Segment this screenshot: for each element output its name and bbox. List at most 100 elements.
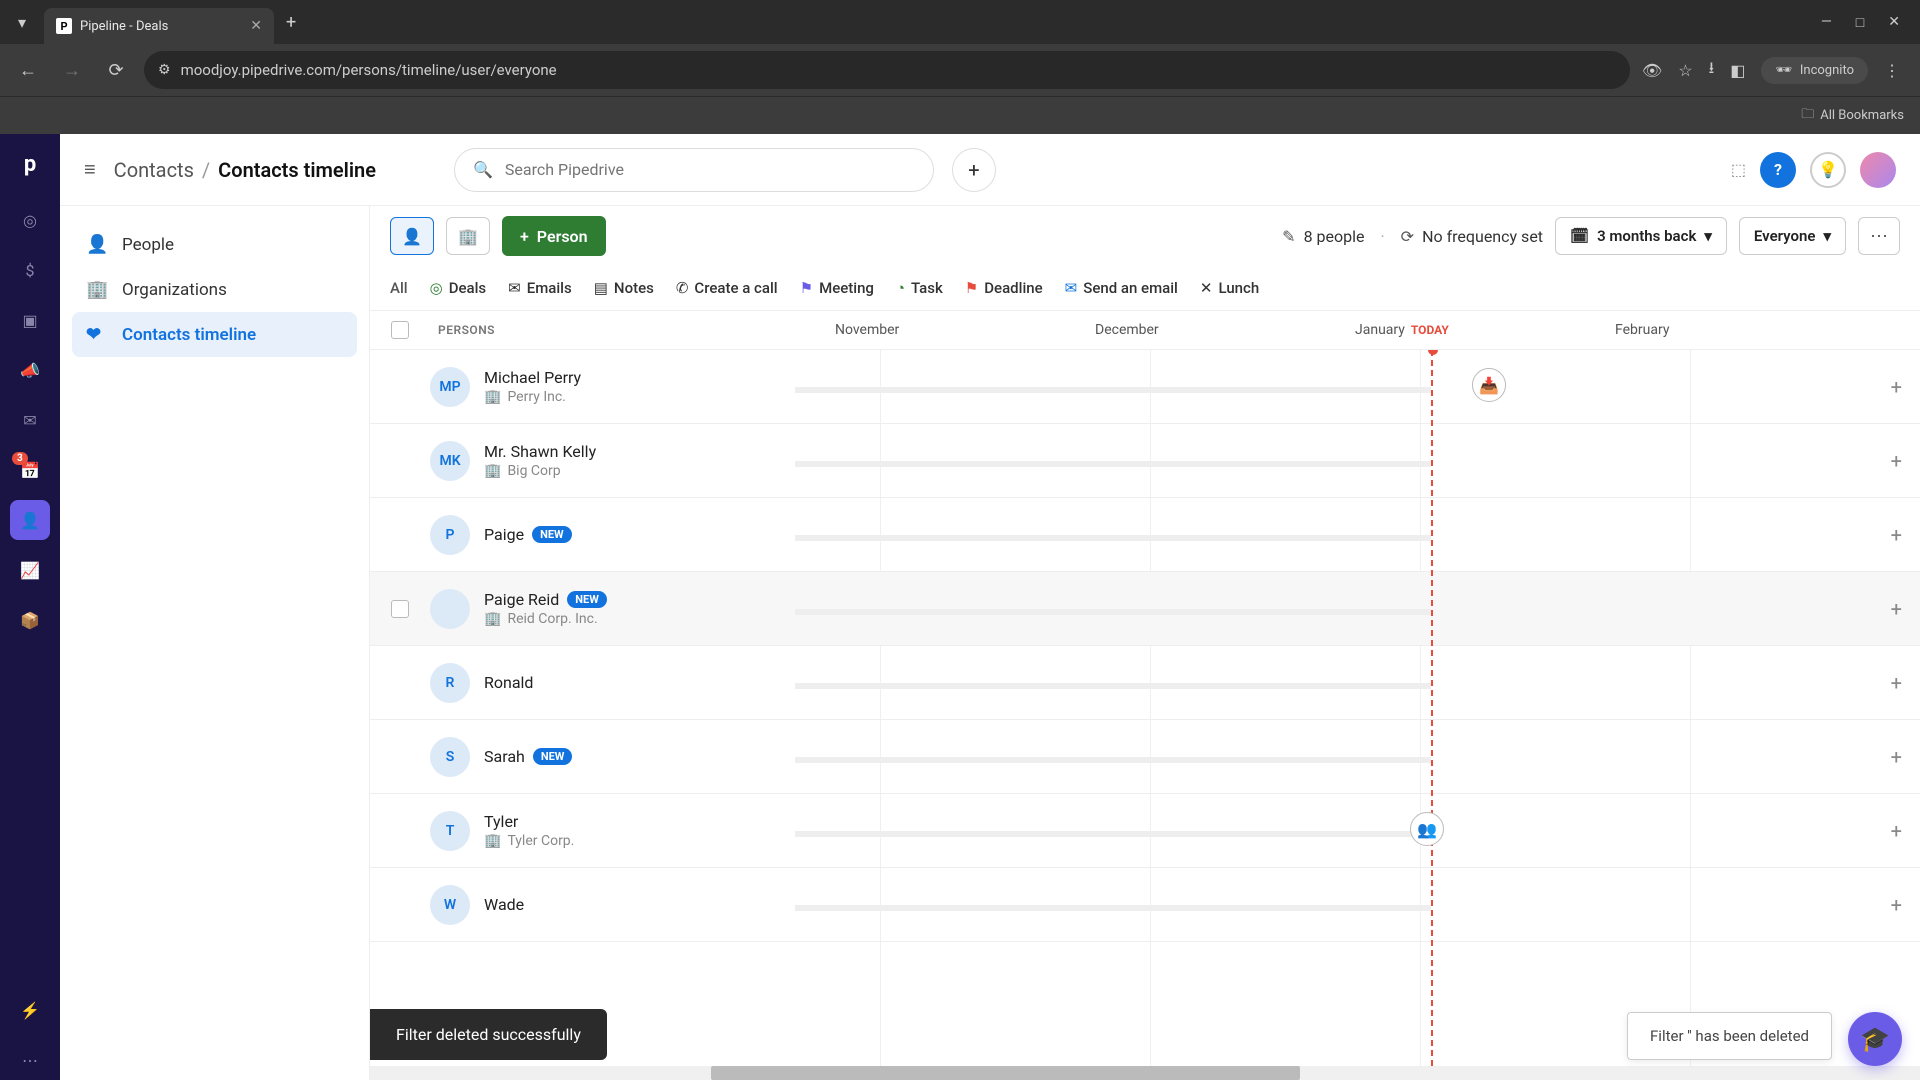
person-avatar[interactable]: T: [430, 811, 470, 851]
minimize-icon[interactable]: —: [1821, 14, 1832, 31]
rail-item-insights[interactable]: 📈: [10, 550, 50, 590]
add-activity-icon[interactable]: +: [1891, 893, 1902, 917]
person-name[interactable]: Wade: [484, 895, 524, 914]
person-avatar[interactable]: MK: [430, 441, 470, 481]
search-input[interactable]: [505, 160, 915, 179]
breadcrumb-root[interactable]: Contacts: [114, 158, 194, 182]
person-avatar[interactable]: S: [430, 737, 470, 777]
back-button[interactable]: ←: [12, 54, 44, 86]
eye-off-icon[interactable]: 👁: [1642, 61, 1662, 80]
tab-close-icon[interactable]: ✕: [250, 18, 262, 34]
person-name[interactable]: Tyler: [484, 812, 574, 831]
table-row[interactable]: P PaigeNEW +: [370, 498, 1920, 572]
browser-menu-icon[interactable]: ⋮: [1884, 61, 1900, 80]
user-avatar[interactable]: [1860, 152, 1896, 188]
browser-tab[interactable]: P Pipeline - Deals ✕: [44, 8, 274, 44]
extensions-icon[interactable]: ⬚: [1731, 160, 1746, 179]
add-activity-icon[interactable]: +: [1891, 449, 1902, 473]
table-row[interactable]: MP Michael Perry 🏢 Perry Inc. 📥 +: [370, 350, 1920, 424]
view-org-icon[interactable]: 🏢: [446, 217, 490, 255]
person-name[interactable]: Paige ReidNEW: [484, 590, 607, 609]
rail-item-activities[interactable]: 3📅: [10, 450, 50, 490]
person-org[interactable]: 🏢 Big Corp: [484, 463, 596, 479]
incognito-chip[interactable]: 🕶 Incognito: [1761, 57, 1868, 84]
sidebar-item-contacts-timeline[interactable]: ❤ Contacts timeline: [72, 312, 357, 357]
new-tab-button[interactable]: +: [286, 12, 296, 33]
add-activity-icon[interactable]: +: [1891, 819, 1902, 843]
person-name[interactable]: Michael Perry: [484, 368, 581, 387]
person-avatar[interactable]: MP: [430, 367, 470, 407]
close-icon[interactable]: ✕: [1888, 14, 1900, 31]
filter-task[interactable]: ◔Task: [896, 279, 943, 297]
rail-item-campaigns[interactable]: 📣: [10, 350, 50, 390]
reload-button[interactable]: ⟳: [100, 54, 132, 86]
app-logo[interactable]: p: [14, 148, 46, 180]
view-person-icon[interactable]: 👤: [390, 217, 434, 255]
sidepanel-icon[interactable]: ◧: [1730, 61, 1745, 80]
filter-call[interactable]: ✆Create a call: [676, 279, 778, 297]
add-activity-icon[interactable]: +: [1891, 671, 1902, 695]
range-dropdown[interactable]: 🗓 3 months back ▾: [1555, 217, 1727, 255]
person-avatar[interactable]: R: [430, 663, 470, 703]
bookmark-star-icon[interactable]: ☆: [1678, 61, 1692, 80]
table-row[interactable]: Paige ReidNEW 🏢 Reid Corp. Inc. +: [370, 572, 1920, 646]
person-name[interactable]: Mr. Shawn Kelly: [484, 442, 596, 461]
add-person-button[interactable]: + Person: [502, 216, 606, 256]
select-all-checkbox[interactable]: [391, 321, 409, 339]
academy-fab[interactable]: 🎓: [1848, 1012, 1902, 1066]
table-row[interactable]: W Wade +: [370, 868, 1920, 942]
rail-item-projects[interactable]: ▣: [10, 300, 50, 340]
add-activity-icon[interactable]: +: [1891, 597, 1902, 621]
table-row[interactable]: R Ronald +: [370, 646, 1920, 720]
person-avatar[interactable]: [430, 589, 470, 629]
downloads-icon[interactable]: ⭳: [1709, 57, 1715, 84]
row-checkbox[interactable]: [391, 600, 409, 618]
forward-button[interactable]: →: [56, 54, 88, 86]
frequency-setting[interactable]: ⟳ No frequency set: [1401, 227, 1543, 246]
filter-deals[interactable]: ◎Deals: [430, 279, 487, 297]
owner-dropdown[interactable]: Everyone ▾: [1739, 217, 1846, 255]
table-row[interactable]: MK Mr. Shawn Kelly 🏢 Big Corp +: [370, 424, 1920, 498]
scrollbar-thumb[interactable]: [711, 1066, 1300, 1080]
filter-notes[interactable]: ▤Notes: [594, 279, 654, 297]
search-box[interactable]: 🔍: [454, 148, 934, 192]
more-actions-button[interactable]: ⋯: [1858, 217, 1900, 255]
address-bar[interactable]: ⚙ moodjoy.pipedrive.com/persons/timeline…: [144, 51, 1630, 89]
sidebar-item-organizations[interactable]: 🏢 Organizations: [72, 267, 357, 312]
site-settings-icon[interactable]: ⚙: [158, 62, 171, 78]
person-avatar[interactable]: W: [430, 885, 470, 925]
rail-item-deals[interactable]: $: [10, 250, 50, 290]
table-row[interactable]: TTyler🏢 Tyler Corp.👥+: [370, 794, 1920, 868]
help-button[interactable]: ?: [1760, 152, 1796, 188]
person-org[interactable]: 🏢 Perry Inc.: [484, 389, 581, 405]
rail-item-contacts[interactable]: 👤: [10, 500, 50, 540]
filter-deadline[interactable]: ⚑Deadline: [965, 279, 1043, 297]
add-activity-icon[interactable]: +: [1891, 375, 1902, 399]
all-bookmarks-button[interactable]: 🗀 All Bookmarks: [1801, 105, 1904, 127]
rail-item-more[interactable]: ⋯: [10, 1040, 50, 1080]
sidebar-item-people[interactable]: 👤 People: [72, 222, 357, 267]
add-activity-icon[interactable]: +: [1891, 745, 1902, 769]
filter-send[interactable]: ✉Send an email: [1065, 279, 1178, 297]
people-count[interactable]: ✎ 8 people: [1282, 227, 1364, 246]
tab-search-dropdown[interactable]: ▾: [8, 8, 36, 36]
rail-item-mail[interactable]: ✉: [10, 400, 50, 440]
person-org[interactable]: 🏢 Reid Corp. Inc.: [484, 611, 607, 627]
quick-add-button[interactable]: +: [952, 148, 996, 192]
rail-item-quickhelp[interactable]: ⚡: [10, 990, 50, 1030]
table-row[interactable]: S SarahNEW +: [370, 720, 1920, 794]
timeline-activity-node[interactable]: 📥: [1472, 368, 1506, 402]
add-activity-icon[interactable]: +: [1891, 523, 1902, 547]
filter-lunch[interactable]: ✕Lunch: [1200, 279, 1259, 297]
person-name[interactable]: SarahNEW: [484, 747, 572, 766]
collapse-sidebar-icon[interactable]: ≡: [84, 157, 96, 182]
maximize-icon[interactable]: □: [1856, 14, 1864, 31]
filter-meeting[interactable]: ⚑Meeting: [800, 279, 874, 297]
timeline-activity-node[interactable]: 👥: [1410, 812, 1444, 846]
person-name[interactable]: PaigeNEW: [484, 525, 572, 544]
person-name[interactable]: Ronald: [484, 673, 533, 692]
rail-item-products[interactable]: 📦: [10, 600, 50, 640]
person-avatar[interactable]: P: [430, 515, 470, 555]
tips-button[interactable]: 💡: [1810, 152, 1846, 188]
filter-all[interactable]: All: [390, 279, 408, 297]
